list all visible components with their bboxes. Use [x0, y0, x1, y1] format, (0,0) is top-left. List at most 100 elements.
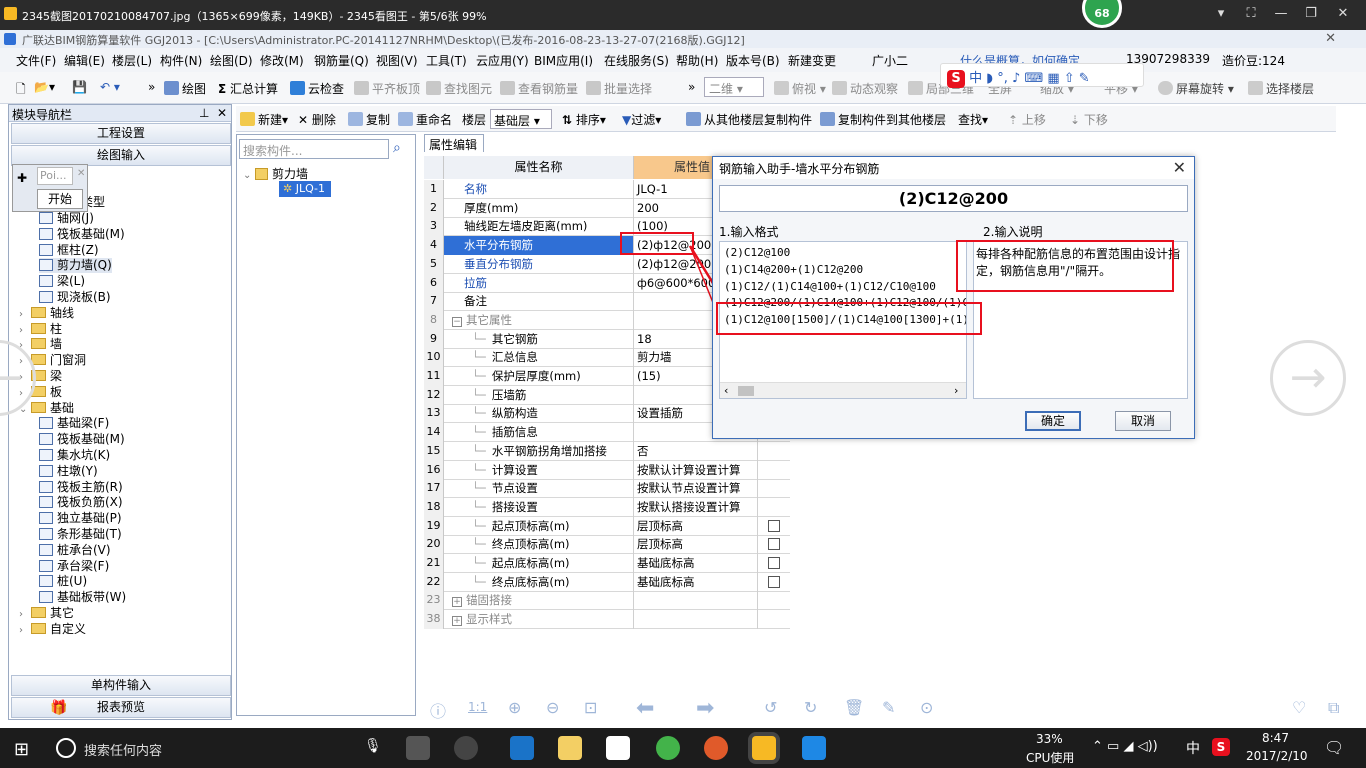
- sort-button[interactable]: ⇅ 排序▾: [562, 111, 606, 128]
- top-view-button[interactable]: 俯视 ▾: [774, 80, 826, 97]
- new-file-icon[interactable]: 🗋: [16, 80, 26, 101]
- app-close-icon[interactable]: ✕: [1325, 31, 1336, 46]
- nav-tree-item[interactable]: 桩(U): [39, 574, 87, 589]
- zoom-in-icon[interactable]: ⊕: [508, 698, 521, 717]
- menu-item[interactable]: 构件(N): [160, 52, 202, 69]
- fullscreen-icon[interactable]: ⛶: [1242, 6, 1260, 22]
- sum-button[interactable]: Σ 汇总计算: [218, 80, 278, 97]
- property-extra[interactable]: [758, 517, 790, 536]
- start-menu-item[interactable]: 开始: [37, 189, 83, 209]
- project-settings-button[interactable]: 工程设置: [11, 123, 231, 144]
- popup-input[interactable]: Poi...: [37, 167, 73, 185]
- property-value[interactable]: 按默认计算设置计算: [634, 460, 758, 480]
- hscrollbar[interactable]: ‹ ›: [720, 382, 966, 398]
- search-input[interactable]: 搜索构件...: [239, 139, 389, 159]
- nav-tree-item[interactable]: 集水坑(K): [39, 448, 110, 463]
- pin-icon[interactable]: ⊥: [199, 106, 209, 120]
- cancel-button[interactable]: 取消: [1115, 411, 1171, 431]
- menu-item[interactable]: 版本号(B): [726, 52, 780, 69]
- property-value[interactable]: 按默认搭接设置计算: [634, 497, 758, 517]
- nav-tree-item[interactable]: 筏板主筋(R): [39, 480, 123, 495]
- popup-close-icon[interactable]: ✕: [77, 168, 85, 179]
- format-item[interactable]: (1)C14@200+(1)C12@200: [724, 263, 863, 276]
- save-icon[interactable]: 💾: [72, 80, 87, 94]
- taskbar-search[interactable]: 搜索任何内容: [84, 740, 162, 759]
- expand-box-icon[interactable]: −: [452, 316, 462, 327]
- restore-icon[interactable]: ❐: [1302, 6, 1320, 22]
- nav-tree-item[interactable]: ⌄ 基础: [19, 401, 74, 416]
- small-popup[interactable]: ✚ Poi... ✕ 开始: [12, 164, 88, 212]
- menu-item[interactable]: 视图(V): [376, 52, 418, 69]
- nav-tree-item[interactable]: 柱墩(Y): [39, 464, 98, 479]
- cloud-check-button[interactable]: 云检查: [290, 80, 344, 97]
- tree-parent[interactable]: ⌄ 剪力墙: [243, 165, 308, 182]
- menu-item[interactable]: 修改(M): [260, 52, 304, 69]
- menu-item[interactable]: 广小二: [872, 52, 908, 69]
- property-extra[interactable]: [758, 535, 790, 554]
- property-row[interactable]: 16 └─ 计算设置 按默认计算设置计算: [424, 460, 790, 480]
- ime-floating-bar[interactable]: S 中 ◗ °, ♪ ⌨ ▦ ⇧ ✎: [940, 63, 1144, 88]
- add-icon[interactable]: ✚: [17, 171, 27, 185]
- zoom-out-icon[interactable]: ⊖: [546, 698, 559, 717]
- store-icon[interactable]: [606, 736, 630, 760]
- property-row[interactable]: 38 + 显示样式: [424, 610, 790, 630]
- scroll-thumb[interactable]: [738, 386, 754, 396]
- find-element-button[interactable]: 查找图元: [426, 80, 492, 97]
- nav-tree-item[interactable]: 筏板基础(M): [39, 227, 125, 242]
- filter-button[interactable]: ▼过滤▾: [622, 111, 661, 128]
- property-extra[interactable]: [758, 573, 790, 592]
- nav-tree-item[interactable]: 框柱(Z): [39, 243, 99, 258]
- property-value[interactable]: 按默认节点设置计算: [634, 479, 758, 499]
- new-component-button[interactable]: 新建▾: [240, 111, 288, 128]
- expand-icon[interactable]: ›: [19, 307, 29, 322]
- format-item[interactable]: (2)C12@100: [724, 246, 790, 259]
- screen-rotate-button[interactable]: 屏幕旋转 ▾: [1158, 80, 1234, 97]
- menu-item[interactable]: 钢筋量(Q): [314, 52, 369, 69]
- nav-tree-item[interactable]: 剪力墙(Q): [39, 258, 112, 274]
- search-icon[interactable]: ⌕: [393, 140, 401, 156]
- property-value[interactable]: 基础底标高: [634, 572, 758, 592]
- windows-start-icon[interactable]: ⊞: [14, 739, 29, 760]
- app-icon-2[interactable]: [454, 736, 478, 760]
- nav-tree-item[interactable]: 桩承台(V): [39, 543, 111, 558]
- info-icon[interactable]: ⓘ: [430, 698, 446, 722]
- property-row[interactable]: 23 + 锚固搭接: [424, 591, 790, 611]
- rotate-right-icon[interactable]: ↻: [804, 698, 817, 717]
- property-row[interactable]: 22 └─ 终点底标高(m) 基础底标高: [424, 572, 790, 592]
- move-down-button[interactable]: ⇣ 下移: [1070, 111, 1108, 128]
- nav-tree-item[interactable]: 轴网(J): [39, 211, 94, 226]
- menu-coins[interactable]: 造价豆:124: [1222, 52, 1285, 69]
- format-item[interactable]: (1)C12/(1)C14@100+(1)C12/C10@100: [724, 280, 936, 293]
- menu-item[interactable]: 工具(T): [426, 52, 467, 69]
- nav-tree-item[interactable]: › 墙: [19, 337, 62, 352]
- view-mode-select[interactable]: 二维 ▾: [704, 77, 764, 97]
- current-value-field[interactable]: (2)C12@200: [719, 185, 1188, 212]
- app-icon-4[interactable]: [802, 736, 826, 760]
- menu-item[interactable]: 云应用(Y): [476, 52, 529, 69]
- app-icon-1[interactable]: [406, 736, 430, 760]
- select-floor-button[interactable]: 选择楼层: [1248, 80, 1314, 97]
- tab-property-edit[interactable]: 属性编辑: [424, 134, 484, 152]
- copy-button[interactable]: 复制: [348, 111, 390, 128]
- expand-box-icon[interactable]: +: [452, 597, 462, 608]
- property-value[interactable]: [634, 610, 758, 630]
- property-value[interactable]: 否: [634, 441, 758, 461]
- trash-icon[interactable]: 🗑: [844, 698, 864, 717]
- nav-tree-item[interactable]: › 轴线: [19, 306, 74, 321]
- ime-indicator[interactable]: 中: [1186, 738, 1200, 758]
- property-row[interactable]: 17 └─ 节点设置 按默认节点设置计算: [424, 479, 790, 499]
- scale-button[interactable]: 1:1: [468, 700, 487, 714]
- scroll-left-icon[interactable]: ‹: [724, 384, 728, 397]
- nav-tree-item[interactable]: 基础梁(F): [39, 416, 109, 431]
- find-button[interactable]: 查找▾: [958, 111, 988, 128]
- overflow-icon[interactable]: »: [148, 80, 155, 94]
- viewer-app-taskbar-icon[interactable]: [752, 736, 776, 760]
- dynamic-view-button[interactable]: 动态观察: [832, 80, 898, 97]
- next-image-icon[interactable]: →: [1270, 340, 1346, 416]
- report-preview-button[interactable]: 报表预览: [11, 697, 231, 718]
- expand-icon[interactable]: ›: [19, 323, 29, 338]
- heart-icon[interactable]: ♡: [1292, 698, 1306, 717]
- menu-item[interactable]: 文件(F): [16, 52, 56, 69]
- floor-select[interactable]: 基础层 ▾: [490, 109, 552, 129]
- menu-item[interactable]: 在线服务(S): [604, 52, 669, 69]
